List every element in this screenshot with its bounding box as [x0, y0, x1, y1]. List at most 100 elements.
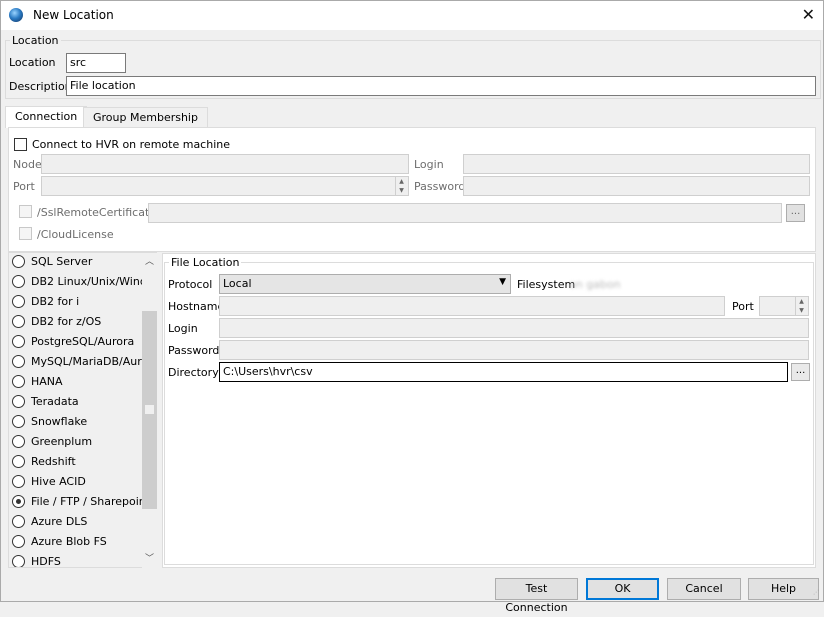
- login-input[interactable]: [463, 154, 810, 174]
- location-type-option[interactable]: PostgreSQL/Aurora: [12, 331, 134, 351]
- location-input[interactable]: src: [66, 53, 126, 73]
- location-type-option[interactable]: MySQL/MariaDB/Aurora: [12, 351, 157, 371]
- location-type-option[interactable]: File / FTP / Sharepoint: [12, 491, 150, 511]
- file-password-input[interactable]: [219, 340, 809, 360]
- hostname-input[interactable]: [219, 296, 725, 316]
- directory-browse-button[interactable]: ...: [791, 363, 810, 381]
- location-type-scrollbar[interactable]: ︿ ﹀: [142, 253, 157, 568]
- location-type-option[interactable]: Greenplum: [12, 431, 92, 451]
- location-group-legend: Location: [10, 34, 61, 47]
- cloud-license-label: /CloudLicense: [37, 228, 114, 241]
- radio-selected-icon[interactable]: [12, 494, 25, 508]
- cancel-button[interactable]: Cancel: [667, 578, 741, 600]
- password-input[interactable]: [463, 176, 810, 196]
- file-location-legend: File Location: [169, 256, 242, 269]
- close-icon[interactable]: ✕: [802, 5, 815, 24]
- file-login-input[interactable]: [219, 318, 809, 338]
- ok-button[interactable]: OK: [586, 578, 659, 600]
- file-port-spinner[interactable]: ▲ ▼: [795, 297, 807, 315]
- location-type-label: MySQL/MariaDB/Aurora: [31, 354, 157, 368]
- location-type-label: Azure DLS: [31, 514, 88, 528]
- location-type-option[interactable]: SQL Server: [12, 253, 92, 271]
- location-type-option[interactable]: Snowflake: [12, 411, 87, 431]
- location-type-label: DB2 for i: [31, 294, 80, 308]
- protocol-label: Protocol: [168, 278, 213, 291]
- spin-down-icon[interactable]: ▼: [796, 306, 807, 315]
- location-type-option[interactable]: Azure DLS: [12, 511, 87, 531]
- location-type-label: DB2 Linux/Unix/Windows: [31, 274, 157, 288]
- radio-unselected-icon[interactable]: [12, 474, 25, 488]
- radio-unselected-icon[interactable]: [12, 514, 25, 528]
- protocol-select[interactable]: Local ▼: [219, 274, 511, 294]
- app-globe-icon: [9, 8, 23, 22]
- location-type-option[interactable]: Teradata: [12, 391, 79, 411]
- node-input[interactable]: [41, 154, 409, 174]
- description-label: Description: [9, 80, 72, 93]
- remote-machine-checkbox[interactable]: [14, 138, 27, 151]
- help-button[interactable]: Help: [748, 578, 819, 600]
- location-type-option[interactable]: Redshift: [12, 451, 76, 471]
- ssl-remote-certificate-input[interactable]: [148, 203, 782, 223]
- scroll-thumb[interactable]: [142, 311, 157, 509]
- description-input[interactable]: File location: [66, 76, 816, 96]
- location-type-label: Hive ACID: [31, 474, 86, 488]
- spin-up-icon[interactable]: ▲: [396, 177, 407, 186]
- login-label: Login: [414, 158, 444, 171]
- location-type-option[interactable]: DB2 Linux/Unix/Windows: [12, 271, 157, 291]
- filesystem-value: on gabon: [569, 278, 621, 291]
- title-bar: New Location ✕: [1, 1, 823, 30]
- location-type-option[interactable]: HANA: [12, 371, 63, 391]
- radio-unselected-icon[interactable]: [12, 334, 25, 348]
- radio-unselected-icon[interactable]: [12, 414, 25, 428]
- ssl-browse-button[interactable]: ...: [786, 204, 805, 222]
- location-type-label: File / FTP / Sharepoint: [31, 494, 151, 508]
- directory-input[interactable]: C:\Users\hvr\csv: [219, 362, 788, 382]
- port-spinner[interactable]: ▲ ▼: [395, 177, 407, 195]
- location-type-option[interactable]: Azure Blob FS: [12, 531, 107, 551]
- radio-unselected-icon[interactable]: [12, 294, 25, 308]
- radio-unselected-icon[interactable]: [12, 314, 25, 328]
- radio-unselected-icon[interactable]: [12, 454, 25, 468]
- radio-unselected-icon[interactable]: [12, 534, 25, 548]
- location-type-option[interactable]: DB2 for i: [12, 291, 79, 311]
- remote-machine-label: Connect to HVR on remote machine: [32, 138, 230, 151]
- spin-up-icon[interactable]: ▲: [796, 297, 807, 306]
- protocol-value: Local: [223, 277, 252, 290]
- node-label: Node: [13, 158, 42, 171]
- file-port-label: Port: [732, 300, 754, 313]
- radio-unselected-icon[interactable]: [12, 394, 25, 408]
- port-label: Port: [13, 180, 35, 193]
- ssl-remote-certificate-label: /SslRemoteCertificate: [37, 206, 157, 219]
- spin-down-icon[interactable]: ▼: [396, 186, 407, 195]
- radio-unselected-icon[interactable]: [12, 434, 25, 448]
- test-connection-button[interactable]: Test Connection: [495, 578, 578, 614]
- radio-unselected-icon[interactable]: [12, 354, 25, 368]
- location-type-label: HANA: [31, 374, 63, 388]
- file-password-label: Password: [168, 344, 220, 357]
- location-type-option[interactable]: HDFS: [12, 551, 61, 568]
- location-type-label: PostgreSQL/Aurora: [31, 334, 135, 348]
- location-type-option[interactable]: Hive ACID: [12, 471, 86, 491]
- tab-group-membership[interactable]: Group Membership: [83, 107, 208, 128]
- radio-unselected-icon[interactable]: [12, 274, 25, 288]
- ssl-remote-certificate-checkbox[interactable]: [19, 205, 32, 218]
- scroll-down-icon[interactable]: ﹀: [142, 552, 157, 567]
- location-type-label: DB2 for z/OS: [31, 314, 102, 328]
- hostname-label: Hostname: [168, 300, 225, 313]
- resize-grip-icon[interactable]: ⋰: [813, 590, 821, 599]
- scroll-up-icon[interactable]: ︿: [142, 255, 157, 270]
- radio-unselected-icon[interactable]: [12, 254, 25, 268]
- radio-unselected-icon[interactable]: [12, 374, 25, 388]
- location-type-option[interactable]: DB2 for z/OS: [12, 311, 101, 331]
- window-title: New Location: [33, 8, 114, 22]
- radio-unselected-icon[interactable]: [12, 554, 25, 567]
- location-type-label: Redshift: [31, 454, 76, 468]
- cloud-license-checkbox[interactable]: [19, 227, 32, 240]
- dropdown-caret-icon: ▼: [499, 277, 506, 287]
- location-type-label: HDFS: [31, 554, 61, 568]
- file-login-label: Login: [168, 322, 198, 335]
- tab-connection[interactable]: Connection: [5, 106, 88, 128]
- location-type-label: Azure Blob FS: [31, 534, 107, 548]
- directory-label: Directory: [168, 366, 219, 379]
- port-input[interactable]: [41, 176, 409, 196]
